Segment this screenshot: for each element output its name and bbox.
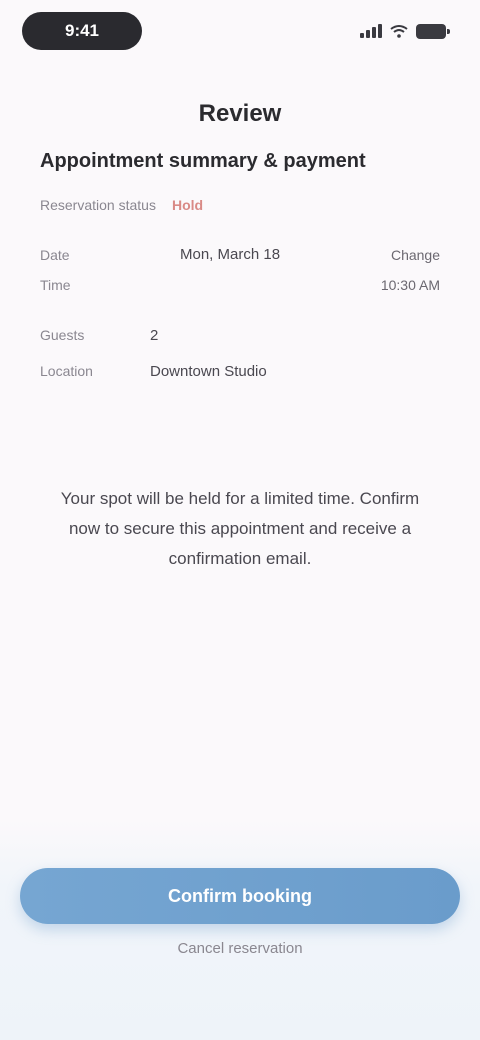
guests-value: 2 [150,326,159,344]
status-label: Reservation status [40,197,156,213]
status-badge: Hold [171,197,204,213]
review-screen: 9:41 Review Appointment summary & paymen… [0,0,480,1040]
guests-label: Guests [40,327,85,343]
location-label: Location [40,363,93,379]
details-section: Appointment summary & payment Reservatio… [40,150,440,389]
status-icons [360,22,450,40]
description-text: Your spot will be held for a limited tim… [60,489,420,568]
cancel-link[interactable]: Cancel reservation [0,940,480,957]
status-time-pill: 9:41 [22,12,142,50]
location-row: Location Downtown Studio [40,353,440,389]
battery-icon [416,23,450,39]
date-label: Date [40,247,70,263]
section-title: Appointment summary & payment [40,150,366,172]
time-value: 10:30 AM [380,277,440,293]
guests-row: Guests 2 [40,317,440,353]
signal-icon [360,24,382,38]
location-value: Downtown Studio [150,362,267,380]
change-link[interactable]: Change [391,241,440,269]
page-title: Review [198,100,282,127]
date-time-row: Date Time Mon, March 18 Change 10:30 AM [40,241,440,301]
confirm-button[interactable]: Confirm booking [20,868,460,924]
status-bar: 9:41 [0,0,480,64]
status-row: Reservation status Hold [40,197,440,213]
wifi-icon [390,25,408,38]
date-value: Mon, March 18 [180,246,281,263]
time-label: Time [40,277,71,293]
bottom-area [0,820,480,1040]
status-time: 9:41 [64,21,100,40]
